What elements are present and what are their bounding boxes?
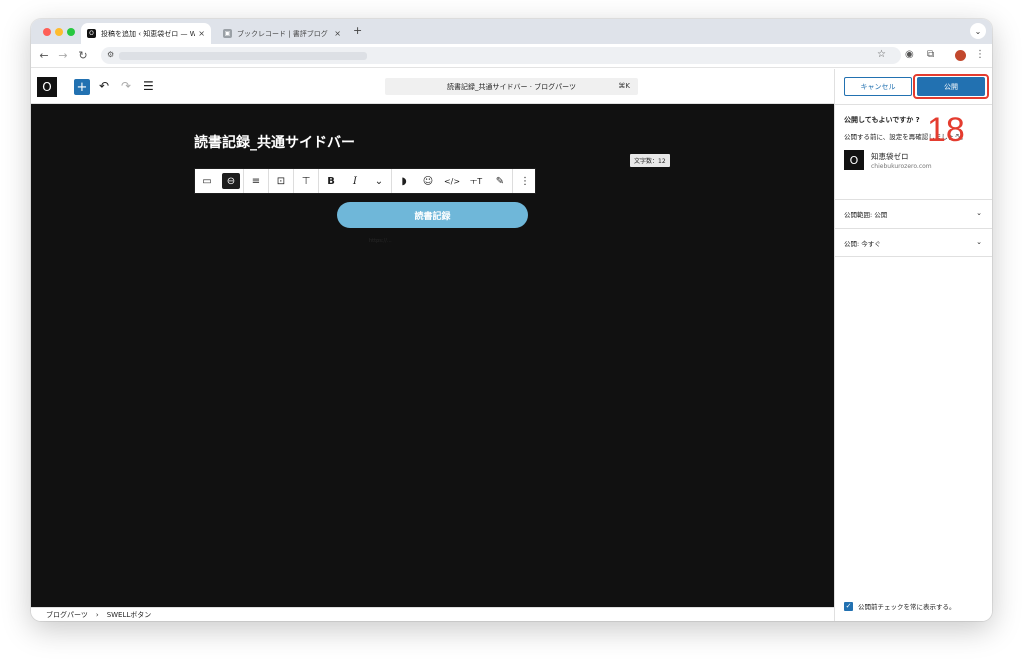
window-minimize-button[interactable] bbox=[55, 28, 63, 36]
block-type-icon[interactable]: ▭ bbox=[195, 169, 219, 193]
toolbar-group-swell: ◗ ☺ </> ㅜT ✎ bbox=[392, 169, 513, 193]
extensions-puzzle-icon[interactable]: ⧉ bbox=[927, 49, 934, 60]
site-name: 知恵袋ゼロ bbox=[871, 152, 909, 161]
toolbar-group-align: ≡ bbox=[244, 169, 269, 193]
visibility-label: 公開範囲: 公開 bbox=[844, 211, 888, 219]
prepublish-sidebar: キャンセル 公開 公開してもよいですか ? 公開する前に、設定を再確認しましょう… bbox=[834, 69, 992, 621]
toolbar-group-style: ⊤ bbox=[294, 169, 319, 193]
publish-date-label: 公開: 今すぐ bbox=[844, 239, 881, 248]
button-url-hint: https://... bbox=[369, 238, 392, 244]
breadcrumb-item[interactable]: ブログパーツ bbox=[46, 610, 88, 620]
command-palette-bar[interactable]: 読書記録_共通サイドバー · ブログパーツ ⌘K bbox=[385, 78, 638, 95]
toolbar-group-format: B I ⌄ bbox=[319, 169, 392, 193]
emoji-icon[interactable]: ☺ bbox=[416, 169, 440, 193]
breadcrumb-item[interactable]: SWELLボタン bbox=[107, 610, 152, 620]
more-formats-chevron-icon[interactable]: ⌄ bbox=[367, 169, 391, 193]
always-show-label: 公開前チェックを常に表示する。 bbox=[858, 603, 956, 611]
tab-close-icon[interactable]: × bbox=[334, 29, 341, 38]
window-close-button[interactable] bbox=[43, 28, 51, 36]
back-icon[interactable]: ← bbox=[37, 49, 51, 62]
toolbar-group-block: ▭ ⊖ bbox=[195, 169, 244, 193]
toolbar-group-device: ⊡ bbox=[269, 169, 294, 193]
paint-roller-icon[interactable]: ⊤ bbox=[294, 169, 318, 193]
confirm-heading: 公開してもよいですか ? bbox=[844, 116, 920, 124]
link-button[interactable]: ⊖ bbox=[219, 169, 243, 193]
window-zoom-button[interactable] bbox=[67, 28, 75, 36]
site-icon: O bbox=[844, 150, 864, 170]
code-icon[interactable]: </> bbox=[440, 169, 464, 193]
address-bar[interactable]: ⚙ bbox=[101, 47, 901, 64]
forward-icon[interactable]: → bbox=[56, 49, 70, 62]
post-title[interactable]: 読書記録_共通サイドバー bbox=[194, 132, 355, 152]
tab-search-icon[interactable]: ⌄ bbox=[970, 23, 986, 39]
browser-tab-active[interactable]: O 投稿を追加 ‹ 知恵袋ゼロ — Wor × bbox=[81, 23, 211, 44]
options-kebab-icon[interactable]: ⋮ bbox=[513, 169, 537, 193]
site-logo-button[interactable]: O bbox=[37, 77, 57, 97]
annotation-step-number: 18 bbox=[927, 111, 965, 149]
chevron-down-icon: ⌄ bbox=[976, 238, 982, 246]
extension-icon[interactable]: ◉ bbox=[905, 49, 914, 60]
document-title: 読書記録_共通サイドバー · ブログパーツ bbox=[446, 82, 577, 91]
bookmark-star-icon[interactable]: ☆ bbox=[877, 49, 886, 60]
browser-tab-bar: O 投稿を追加 ‹ 知恵袋ゼロ — Wor × ▣ ブックレコード | 書評ブロ… bbox=[31, 19, 992, 44]
list-view-icon[interactable]: ☰ bbox=[143, 79, 154, 93]
link-icon: ⊖ bbox=[222, 173, 240, 189]
undo-icon[interactable]: ↶ bbox=[99, 79, 109, 93]
swell-button-block[interactable]: 読書記録 bbox=[337, 202, 528, 228]
checkbox-checked[interactable]: ✓ bbox=[844, 601, 853, 611]
swell-bird-icon[interactable]: ◗ bbox=[392, 169, 416, 193]
cancel-button[interactable]: キャンセル bbox=[844, 77, 912, 96]
bold-icon[interactable]: B bbox=[319, 169, 343, 193]
italic-icon[interactable]: I bbox=[343, 169, 367, 193]
align-icon[interactable]: ≡ bbox=[244, 169, 268, 193]
block-breadcrumb: ブログパーツ › SWELLボタン bbox=[31, 607, 834, 621]
editor-canvas[interactable]: 読書記録_共通サイドバー 文字数：12 ▭ ⊖ ≡ ⊡ ⊤ B I ⌄ ◗ ☺ … bbox=[31, 104, 834, 607]
sidebar-actions: キャンセル 公開 bbox=[835, 69, 992, 105]
profile-avatar[interactable] bbox=[955, 50, 966, 61]
tab-title: ブックレコード | 書評ブログ bbox=[237, 29, 328, 38]
shortcut-hint: ⌘K bbox=[618, 82, 630, 90]
highlight-pen-icon[interactable]: ✎ bbox=[488, 169, 512, 193]
site-info-icon[interactable]: ⚙ bbox=[107, 50, 114, 59]
reload-icon[interactable]: ↻ bbox=[76, 49, 90, 62]
browser-toolbar: ← → ↻ ⚙ ☆ ◉ ⧉ ⋮ bbox=[31, 44, 992, 68]
block-toolbar: ▭ ⊖ ≡ ⊡ ⊤ B I ⌄ ◗ ☺ </> ㅜT ✎ ⋮ bbox=[194, 168, 536, 194]
new-tab-button[interactable]: + bbox=[353, 24, 362, 37]
site-url: chiebukurozero.com bbox=[871, 163, 932, 170]
redo-icon[interactable]: ↷ bbox=[121, 79, 131, 93]
always-show-prepublish[interactable]: ✓ 公開前チェックを常に表示する。 bbox=[844, 601, 956, 611]
wordpress-favicon-icon: O bbox=[87, 29, 96, 38]
block-inserter-button[interactable]: + bbox=[74, 79, 90, 95]
browser-tab-inactive[interactable]: ▣ ブックレコード | 書評ブログ × bbox=[217, 23, 347, 44]
word-count-badge: 文字数：12 bbox=[630, 154, 670, 167]
browser-menu-icon[interactable]: ⋮ bbox=[975, 49, 985, 60]
visibility-panel[interactable]: 公開範囲: 公開 ⌄ bbox=[835, 199, 992, 228]
publish-date-panel[interactable]: 公開: 今すぐ ⌄ bbox=[835, 228, 992, 257]
tab-close-icon[interactable]: × bbox=[198, 29, 205, 38]
editor-header: O + ↶ ↷ ☰ 読書記録_共通サイドバー · ブログパーツ ⌘K bbox=[31, 69, 834, 104]
chevron-down-icon: ⌄ bbox=[976, 209, 982, 217]
font-size-icon[interactable]: ㅜT bbox=[464, 169, 488, 193]
blurred-url bbox=[119, 52, 367, 60]
breadcrumb-separator: › bbox=[95, 610, 99, 619]
toolbar-group-options: ⋮ bbox=[513, 169, 537, 193]
annotation-highlight bbox=[913, 74, 989, 99]
tab-title: 投稿を追加 ‹ 知恵袋ゼロ — Wor bbox=[101, 29, 196, 38]
device-control-icon[interactable]: ⊡ bbox=[269, 169, 293, 193]
site-favicon-icon: ▣ bbox=[223, 29, 232, 38]
browser-window: O 投稿を追加 ‹ 知恵袋ゼロ — Wor × ▣ ブックレコード | 書評ブロ… bbox=[31, 19, 992, 621]
